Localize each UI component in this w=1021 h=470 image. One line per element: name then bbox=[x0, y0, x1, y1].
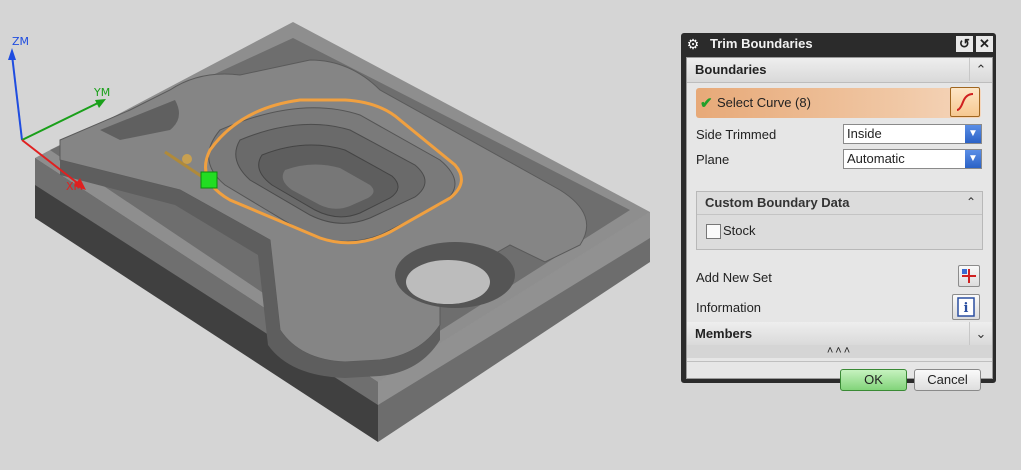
more-options-toggle[interactable]: ˄˄˄ bbox=[687, 345, 992, 358]
plane-select[interactable]: Automatic ▼ bbox=[843, 149, 982, 169]
select-curve-label: Select Curve (8) bbox=[717, 95, 811, 110]
tool-ball bbox=[182, 154, 192, 164]
side-trimmed-label: Side Trimmed bbox=[696, 127, 777, 142]
z-axis-line bbox=[11, 54, 23, 141]
chevron-up-icon[interactable]: ⌃ bbox=[969, 58, 992, 81]
chevron-down-icon[interactable]: ▼ bbox=[965, 150, 981, 168]
side-trimmed-select[interactable]: Inside ▼ bbox=[843, 124, 982, 144]
ok-button[interactable]: OK bbox=[840, 369, 907, 391]
spherical-pocket-highlight bbox=[406, 260, 490, 304]
info-icon: i bbox=[957, 297, 975, 317]
chevron-up-icon[interactable]: ⌃ bbox=[966, 195, 976, 209]
custom-boundary-label: Custom Boundary Data bbox=[705, 195, 850, 210]
custom-boundary-header[interactable]: Custom Boundary Data ⌃ bbox=[697, 192, 982, 215]
y-axis-label: YM bbox=[93, 86, 110, 99]
dialog-body: Boundaries ⌃ ✔ Select Curve (8) Side Tri… bbox=[686, 57, 993, 391]
svg-text:i: i bbox=[964, 301, 969, 316]
plane-label: Plane bbox=[696, 152, 730, 167]
cancel-button[interactable]: Cancel bbox=[914, 369, 981, 391]
add-new-set-button[interactable] bbox=[958, 265, 980, 287]
boundaries-group-header[interactable]: Boundaries ⌃ bbox=[687, 58, 992, 83]
select-curve-row[interactable]: ✔ Select Curve (8) bbox=[696, 88, 981, 118]
dialog-titlebar[interactable]: ⚙ Trim Boundaries ↺ ✕ bbox=[681, 33, 996, 55]
add-set-icon bbox=[962, 269, 976, 283]
plane-value: Automatic bbox=[847, 151, 905, 166]
x-axis-label: XM bbox=[66, 180, 83, 193]
information-label: Information bbox=[696, 300, 762, 315]
more-indicator: ˄˄˄ bbox=[826, 345, 853, 357]
chevron-down-icon[interactable]: ▼ bbox=[965, 125, 981, 143]
side-trimmed-value: Inside bbox=[847, 126, 882, 141]
close-icon[interactable]: ✕ bbox=[976, 36, 993, 52]
curve-icon bbox=[956, 93, 974, 111]
z-axis-label: ZM bbox=[12, 35, 29, 48]
custom-boundary-group: Custom Boundary Data ⌃ Stock bbox=[696, 191, 983, 250]
gear-icon[interactable]: ⚙ bbox=[685, 36, 701, 52]
curve-select-button[interactable] bbox=[950, 87, 980, 117]
stock-label: Stock bbox=[723, 223, 756, 238]
chevron-down-icon[interactable]: ⌄ bbox=[969, 322, 992, 345]
information-button[interactable]: i bbox=[952, 294, 980, 320]
members-group-header[interactable]: Members ⌄ bbox=[687, 322, 992, 347]
dialog-title: Trim Boundaries bbox=[710, 36, 813, 51]
boundaries-header-label: Boundaries bbox=[695, 62, 767, 77]
members-header-label: Members bbox=[695, 326, 753, 341]
add-new-set-label: Add New Set bbox=[696, 270, 772, 285]
stock-checkbox[interactable] bbox=[706, 224, 721, 239]
dialog-separator bbox=[687, 361, 992, 362]
z-axis-arrow bbox=[8, 48, 16, 60]
tool-start-marker[interactable] bbox=[200, 171, 218, 189]
trim-boundaries-dialog: ⚙ Trim Boundaries ↺ ✕ Boundaries ⌃ ✔ Sel… bbox=[681, 33, 996, 391]
check-icon: ✔ bbox=[700, 95, 713, 112]
reset-icon[interactable]: ↺ bbox=[956, 36, 973, 52]
